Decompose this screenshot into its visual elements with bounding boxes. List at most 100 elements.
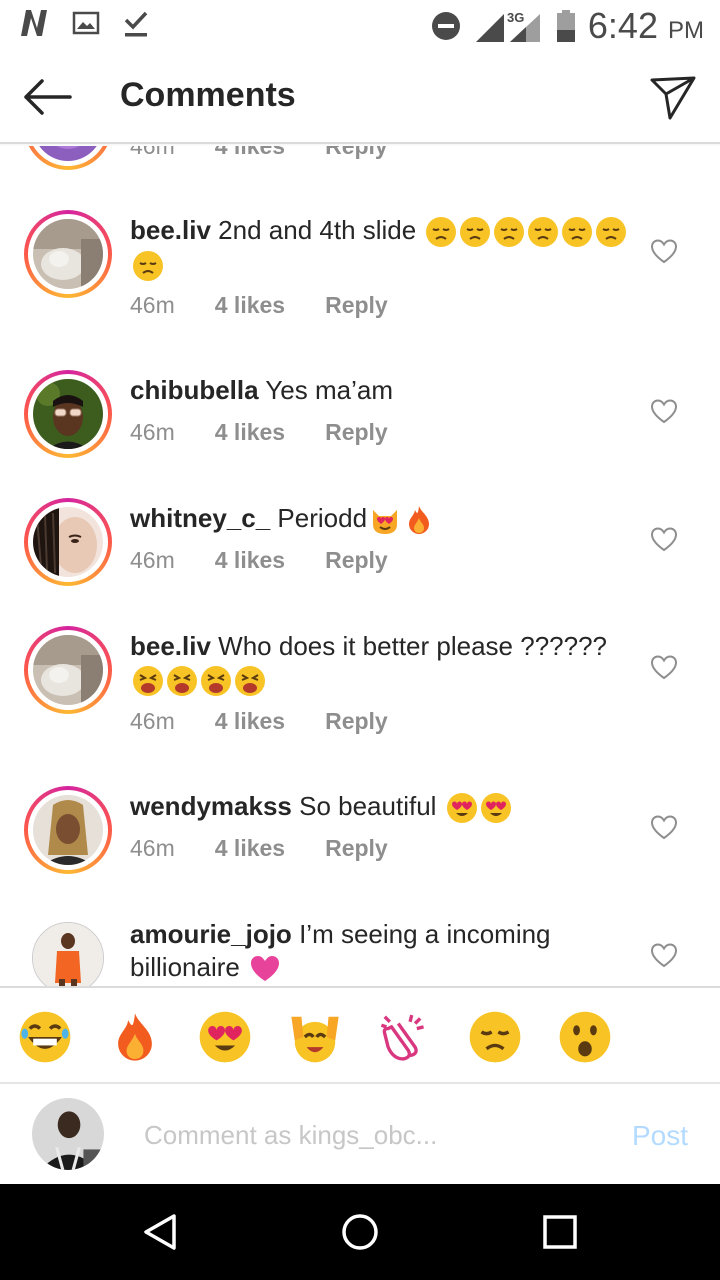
comment-item: bee.liv 2nd and 4th slide 46m 4 likes Re… [0,210,720,370]
comment-time: 46m [130,146,175,159]
comment-body-text: Who does it better please ?????? [218,631,607,661]
avatar[interactable] [24,210,112,298]
heart-outline-icon[interactable] [650,942,678,968]
avatar[interactable] [24,370,112,458]
comment-meta: 46m 4 likes Reply [130,547,388,574]
comment-item: chibubella Yes ma’am 46m 4 likes Reply [0,370,720,498]
comment-likes[interactable]: 4 likes [215,146,285,160]
avatar[interactable] [32,922,104,986]
comment-item: amourie_jojo I’m seeing a incoming billi… [0,918,720,986]
comment-input-bar: Post [0,1084,720,1184]
comment-likes[interactable]: 4 likes [215,419,285,446]
disappointed-face-icon [132,250,164,282]
comment-text: wendymakss So beautiful [130,790,630,824]
image-icon [72,11,100,35]
reply-button[interactable]: Reply [325,146,388,160]
comments-header: Comments [0,50,720,144]
paper-plane-icon[interactable] [648,72,698,122]
post-button[interactable]: Post [632,1120,688,1152]
comment-meta: 46m 4 likes Reply [130,292,388,319]
quick-emoji-bar [0,986,720,1084]
disappointed-face-icon [527,216,559,248]
laughing-face-icon[interactable] [18,1010,72,1064]
back-triangle-icon[interactable] [140,1212,180,1252]
avatar [32,1098,104,1170]
status-bar: 3G 6:42 PM [0,0,720,50]
disappointed-face-icon [459,216,491,248]
comment-username[interactable]: amourie_jojo [130,919,292,949]
disappointed-face-icon [595,216,627,248]
home-circle-icon[interactable] [340,1212,380,1252]
tired-face-icon [200,665,232,697]
heart-outline-icon[interactable] [650,526,678,552]
comment-likes[interactable]: 4 likes [215,835,285,862]
battery-icon [556,10,575,42]
comment-text: bee.liv 2nd and 4th slide [130,214,630,282]
reply-button[interactable]: Reply [325,835,388,862]
reply-button[interactable]: Reply [325,292,388,319]
reply-button[interactable]: Reply [325,419,388,446]
disappointed-face-icon [561,216,593,248]
clapping-hands-icon[interactable] [378,1010,432,1064]
raised-hands-face-icon[interactable] [288,1010,342,1064]
heart-outline-icon[interactable] [650,814,678,840]
tired-face-icon [234,665,266,697]
comment-likes[interactable]: 4 likes [215,292,285,319]
avatar[interactable] [24,786,112,874]
pink-heart-icon [249,953,281,985]
comment-time: 46m [130,708,175,734]
comment-username[interactable]: chibubella [130,375,259,405]
arrow-left-icon[interactable] [20,74,76,120]
comment-meta: 46m 4 likes Reply [130,708,388,735]
comment-item: whitney_c_ Periodd 46m 4 likes Reply [0,498,720,626]
heart-outline-icon[interactable] [650,654,678,680]
comment-username[interactable]: bee.liv [130,631,211,661]
comment-input[interactable] [144,1114,604,1156]
comment-username[interactable]: wendymakss [130,791,292,821]
comment-item: 46m 4 likes Reply [0,146,720,176]
comment-item: bee.liv Who does it better please ??????… [0,626,720,786]
fire-icon[interactable] [108,1010,162,1064]
page-title: Comments [120,76,296,114]
surprised-face-icon[interactable] [558,1010,612,1064]
disappointed-face-icon[interactable] [468,1010,522,1064]
comment-username[interactable]: whitney_c_ [130,503,270,533]
comment-time: 46m [130,292,175,318]
reply-button[interactable]: Reply [325,708,388,735]
avatar[interactable] [24,146,112,170]
avatar[interactable] [24,498,112,586]
svg-text:3G: 3G [507,10,524,25]
disappointed-face-icon [425,216,457,248]
comment-meta: 46m 4 likes Reply [130,419,388,446]
comments-list[interactable]: 46m 4 likes Reply bee.liv 2nd and 4th sl… [0,146,720,986]
heart-outline-icon[interactable] [650,238,678,264]
reply-button[interactable]: Reply [325,547,388,574]
comment-likes[interactable]: 4 likes [215,547,285,574]
status-time: 6:42 PM [587,5,704,46]
comment-meta: 46m 4 likes Reply [130,146,388,160]
heart-eyes-face-icon [446,792,478,824]
comment-body-text: So beautiful [299,791,437,821]
download-check-icon [124,11,148,37]
comment-text: amourie_jojo I’m seeing a incoming billi… [130,918,630,985]
fire-icon [403,504,435,536]
avatar[interactable] [24,626,112,714]
comment-body-text: Yes ma’am [265,375,393,405]
signal-icon: 3G [475,10,540,42]
heart-eyes-cat-icon [369,504,401,536]
comment-text: whitney_c_ Periodd [130,502,630,536]
recents-square-icon[interactable] [540,1212,580,1252]
heart-outline-icon[interactable] [650,398,678,424]
comment-likes[interactable]: 4 likes [215,708,285,735]
comment-body-text: 2nd and 4th slide [218,215,417,245]
comment-meta: 46m 4 likes Reply [130,835,388,862]
comment-text: chibubella Yes ma’am [130,374,630,407]
heart-eyes-face-icon[interactable] [198,1010,252,1064]
comment-time: 46m [130,419,175,445]
comment-time: 46m [130,835,175,861]
system-nav-bar [0,1184,720,1280]
heart-eyes-face-icon [480,792,512,824]
disappointed-face-icon [493,216,525,248]
dnd-icon [431,12,460,40]
comment-username[interactable]: bee.liv [130,215,211,245]
